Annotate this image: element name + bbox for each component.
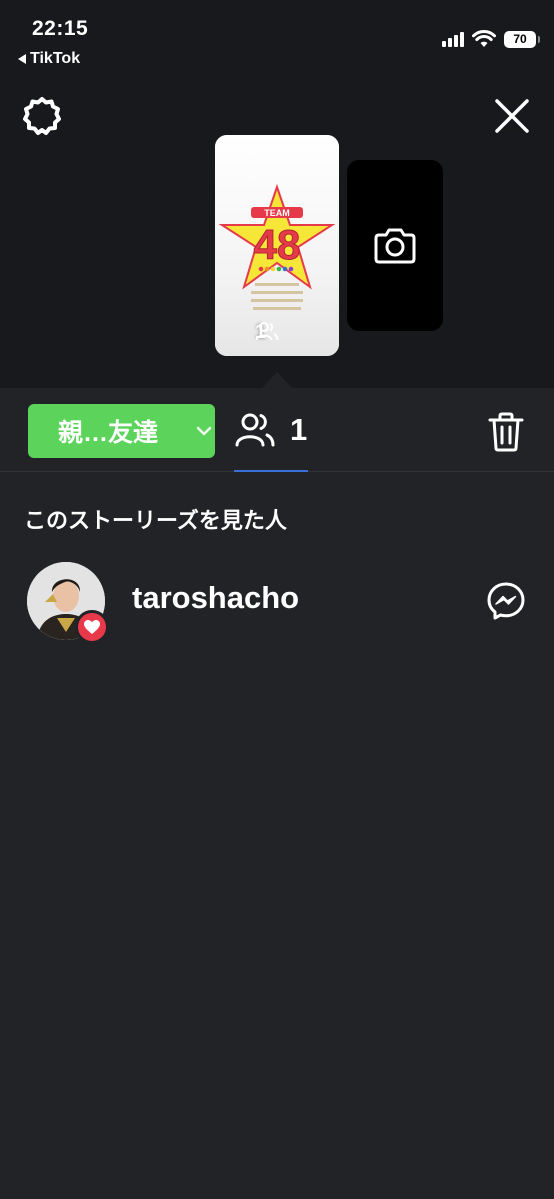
story-number-text: 48 [254, 221, 301, 268]
story-team-text: TEAM [264, 208, 290, 218]
list-item[interactable]: taroshacho [0, 560, 554, 644]
trash-icon[interactable] [487, 412, 525, 452]
cellular-signal-icon [442, 31, 464, 47]
viewer-username[interactable]: taroshacho [132, 580, 299, 616]
audience-selector-button[interactable]: 親…友達 [28, 404, 215, 458]
messenger-icon[interactable] [486, 581, 526, 621]
camera-icon [374, 228, 416, 263]
status-indicators: 70 [442, 30, 540, 48]
section-title: このストーリーズを見た人 [24, 508, 287, 533]
battery-indicator: 70 [504, 30, 540, 48]
viewer-count: 1 [290, 412, 308, 447]
viewers-icon [255, 322, 279, 341]
heart-icon [84, 620, 100, 634]
viewers-icon [235, 413, 275, 447]
back-to-app-link[interactable]: TikTok [18, 50, 80, 68]
chevron-down-icon [196, 426, 212, 436]
close-icon[interactable] [492, 96, 532, 136]
back-app-label: TikTok [30, 50, 81, 67]
tab-viewers[interactable]: 1 [234, 404, 308, 472]
story-preview-area: 22:15 TikTok 70 TEAM 48 1 [0, 0, 554, 388]
heart-reaction-badge [75, 610, 109, 644]
story-toolbar: 親…友達 1 [0, 388, 554, 472]
settings-icon[interactable] [22, 96, 62, 136]
thumbnail-viewer-count: 1 [255, 321, 279, 344]
audience-label: 親…友達 [58, 419, 159, 447]
wifi-icon [472, 30, 496, 47]
selection-pointer [262, 372, 292, 388]
tab-underline [234, 470, 308, 472]
status-time: 22:15 [32, 17, 89, 40]
add-story-card[interactable] [347, 160, 443, 331]
back-arrow-icon [18, 54, 26, 64]
story-thumbnail[interactable]: TEAM 48 1 [215, 135, 339, 356]
